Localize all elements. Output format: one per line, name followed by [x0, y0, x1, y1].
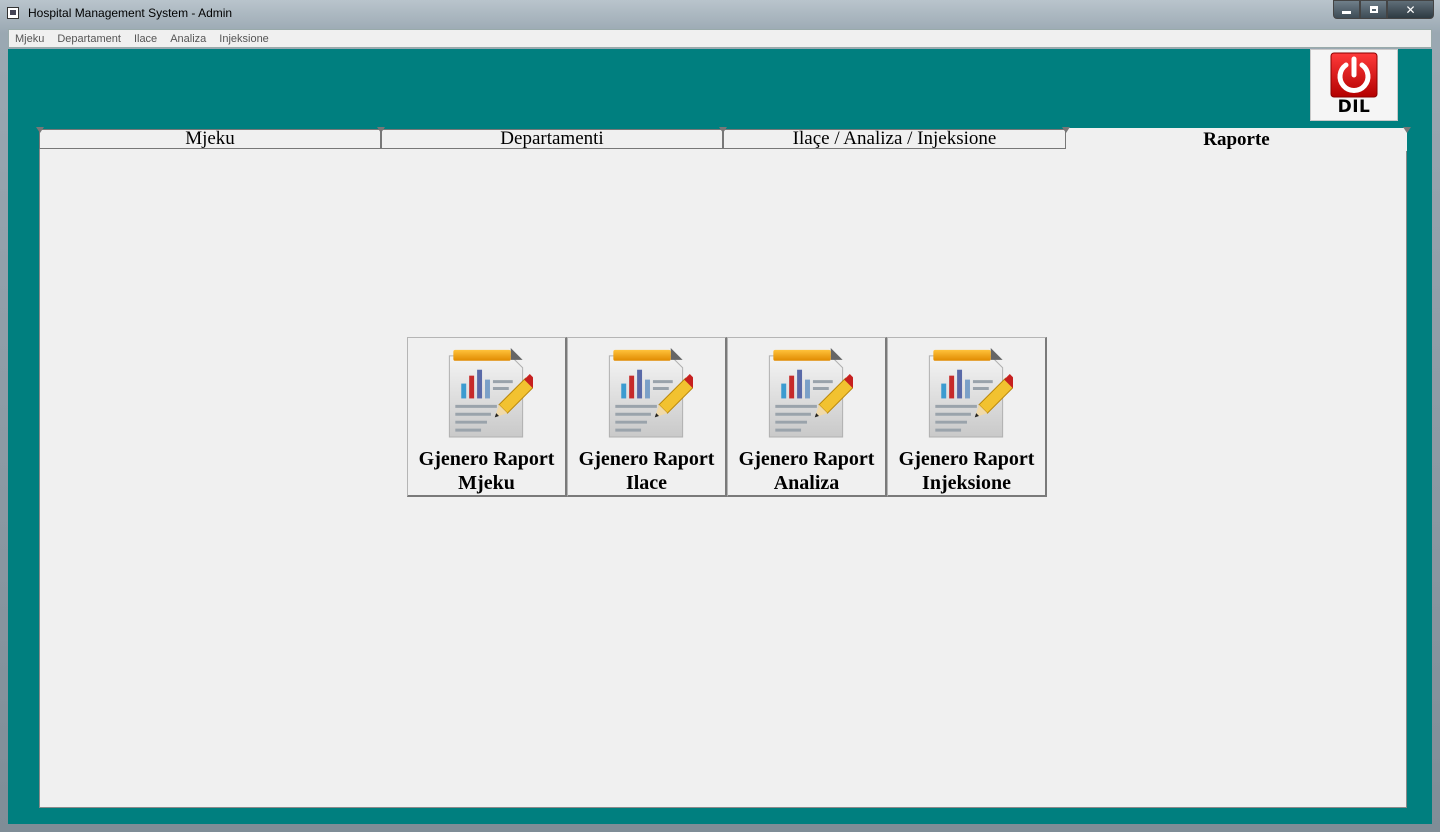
client-area: DIL Mjeku Departamenti Ilaçe / Analiza /… [8, 49, 1432, 824]
caption-buttons: ✕ [1333, 0, 1434, 19]
window-frame: Hospital Management System - Admin ✕ Mje… [0, 0, 1440, 832]
tab-raporte[interactable]: Raporte [1066, 128, 1407, 151]
menubar: Mjeku Departament Ilace Analiza Injeksio… [8, 29, 1432, 48]
button-label: Gjenero Raport Mjeku [419, 447, 555, 495]
tab-label: Ilaçe / Analiza / Injeksione [792, 128, 997, 149]
title-bar[interactable]: Hospital Management System - Admin ✕ [0, 0, 1440, 28]
maximize-icon [1369, 6, 1378, 13]
close-icon: ✕ [1405, 2, 1416, 17]
tab-mjeku[interactable]: Mjeku [39, 128, 381, 149]
close-button[interactable]: ✕ [1387, 0, 1434, 19]
generate-report-injeksione-button[interactable]: Gjenero Raport Injeksione [887, 337, 1047, 497]
report-edit-icon [927, 346, 1013, 439]
generate-report-mjeku-button[interactable]: Gjenero Raport Mjeku [407, 337, 567, 497]
tab-divider-notch [719, 127, 727, 133]
power-icon [1330, 52, 1378, 98]
generate-report-ilace-button[interactable]: Gjenero Raport Ilace [567, 337, 727, 497]
tab-label: Raporte [1203, 128, 1270, 150]
tab-divider-notch [1062, 127, 1070, 133]
tab-departamenti[interactable]: Departamenti [381, 128, 723, 149]
menu-mjeku[interactable]: Mjeku [13, 33, 50, 45]
menu-departament[interactable]: Departament [55, 33, 127, 45]
report-buttons: Gjenero Raport Mjeku Gjenero Raport Ilac… [407, 337, 1047, 497]
label-line-2: Analiza [773, 472, 840, 494]
button-label: Gjenero Raport Analiza [739, 447, 875, 495]
minimize-button[interactable] [1333, 0, 1360, 19]
report-edit-icon [607, 346, 693, 439]
tab-ilace-analiza-injeksione[interactable]: Ilaçe / Analiza / Injeksione [723, 128, 1066, 149]
button-label: Gjenero Raport Ilace [579, 447, 715, 495]
exit-label: DIL [1337, 97, 1371, 117]
report-edit-icon [767, 346, 853, 439]
tab-label: Departamenti [500, 128, 604, 149]
label-line-1: Gjenero Raport [898, 448, 1035, 470]
label-line-2: Injeksione [922, 472, 1011, 494]
menu-ilace[interactable]: Ilace [132, 33, 163, 45]
tab-divider-notch [1403, 127, 1411, 133]
exit-button[interactable]: DIL [1310, 49, 1398, 121]
label-line-2: Mjeku [458, 472, 515, 494]
maximize-button[interactable] [1360, 0, 1387, 19]
tab-strip: Mjeku Departamenti Ilaçe / Analiza / Inj… [36, 127, 1411, 151]
menu-injeksione[interactable]: Injeksione [217, 33, 275, 45]
report-edit-icon [447, 346, 533, 439]
button-label: Gjenero Raport Injeksione [899, 447, 1035, 495]
label-line-1: Gjenero Raport [738, 448, 875, 470]
tab-label: Mjeku [185, 128, 235, 149]
tab-divider-notch [36, 127, 44, 133]
label-line-1: Gjenero Raport [578, 448, 715, 470]
app-icon [7, 7, 19, 19]
generate-report-analiza-button[interactable]: Gjenero Raport Analiza [727, 337, 887, 497]
label-line-2: Ilace [625, 472, 668, 494]
minimize-icon [1342, 11, 1351, 14]
tab-divider-notch [377, 127, 385, 133]
label-line-1: Gjenero Raport [418, 448, 555, 470]
menu-analiza[interactable]: Analiza [168, 33, 212, 45]
window-title: Hospital Management System - Admin [28, 6, 233, 20]
